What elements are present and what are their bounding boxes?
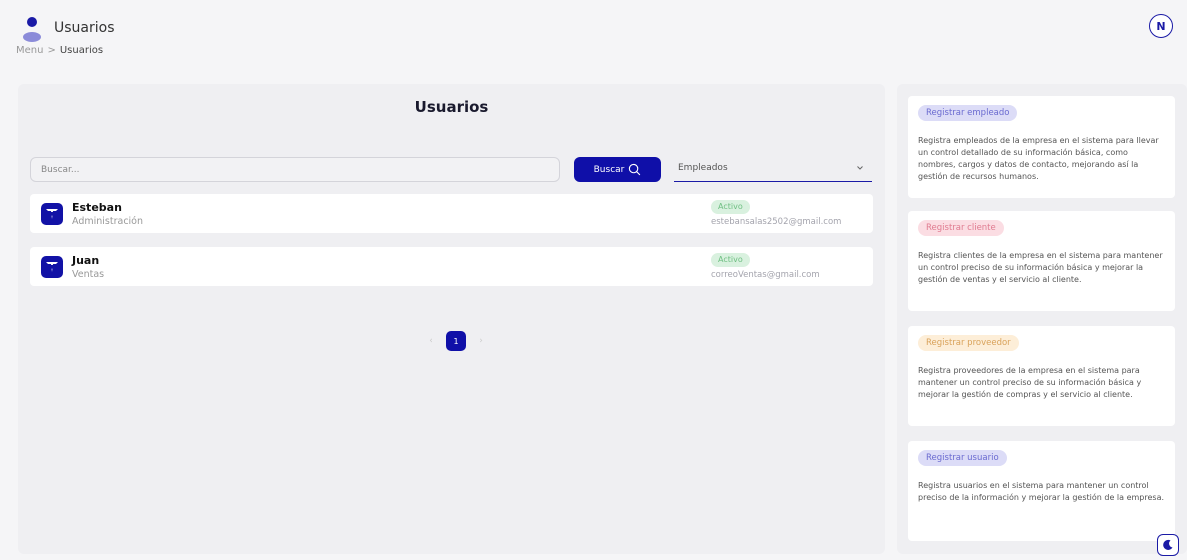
register-employee-button[interactable]: Registrar empleado bbox=[918, 105, 1018, 121]
header: Usuarios Menu > Usuarios N bbox=[0, 0, 1187, 72]
user-email: correoVentas@gmail.com bbox=[711, 270, 820, 280]
register-user-card: Registrar usuario Registra usuarios en e… bbox=[908, 441, 1175, 541]
register-panel: Registrar empleado Registra empleados de… bbox=[897, 84, 1187, 554]
page-title: Usuarios bbox=[54, 20, 115, 36]
user-email: estebansalas2502@gmail.com bbox=[711, 217, 842, 227]
card-description: Registra proveedores de la empresa en el… bbox=[918, 366, 1142, 399]
register-employee-card: Registrar empleado Registra empleados de… bbox=[908, 96, 1175, 198]
breadcrumb: Menu > Usuarios bbox=[16, 45, 103, 56]
card-description: Registra empleados de la empresa en el s… bbox=[918, 136, 1159, 181]
theme-toggle-button[interactable] bbox=[1157, 534, 1179, 556]
register-supplier-button[interactable]: Registrar proveedor bbox=[918, 335, 1019, 351]
search-button-label: Buscar bbox=[593, 164, 625, 175]
user-row[interactable]: Juan Ventas Activo correoVentas@gmail.co… bbox=[30, 247, 873, 286]
breadcrumb-separator: > bbox=[47, 45, 56, 56]
breadcrumb-current: Usuarios bbox=[59, 45, 104, 56]
user-department: Administración bbox=[72, 216, 144, 227]
moon-icon bbox=[1163, 539, 1173, 550]
user-type-select[interactable]: Empleados bbox=[674, 158, 872, 182]
avatar[interactable]: N bbox=[1149, 14, 1173, 38]
register-supplier-card: Registrar proveedor Registra proveedores… bbox=[908, 326, 1175, 426]
pagination: ‹ 1 › bbox=[424, 331, 488, 351]
pagination-page[interactable]: 1 bbox=[446, 331, 466, 351]
register-client-button[interactable]: Registrar cliente bbox=[918, 220, 1004, 236]
register-user-button[interactable]: Registrar usuario bbox=[918, 450, 1007, 466]
users-panel: Usuarios Buscar Empleados Esteban Admini… bbox=[18, 84, 885, 554]
register-client-card: Registrar cliente Registra clientes de l… bbox=[908, 211, 1175, 311]
user-row[interactable]: Esteban Administración Activo estebansal… bbox=[30, 194, 873, 233]
company-logo-icon bbox=[41, 203, 63, 225]
user-name: Esteban bbox=[72, 201, 122, 214]
user-name: Juan bbox=[72, 254, 100, 267]
card-description: Registra usuarios en el sistema para man… bbox=[918, 481, 1165, 502]
user-department: Ventas bbox=[72, 269, 105, 280]
chevron-down-icon bbox=[857, 166, 863, 170]
avatar-initial: N bbox=[1156, 19, 1166, 33]
breadcrumb-root[interactable]: Menu bbox=[16, 45, 43, 56]
user-icon bbox=[23, 17, 41, 42]
panel-title: Usuarios bbox=[414, 98, 489, 116]
pagination-next[interactable]: › bbox=[474, 331, 488, 351]
company-logo-icon bbox=[41, 256, 63, 278]
search-input[interactable] bbox=[30, 157, 560, 182]
pagination-prev[interactable]: ‹ bbox=[424, 331, 438, 351]
search-icon bbox=[629, 163, 641, 176]
status-badge: Activo bbox=[711, 253, 750, 267]
card-description: Registra clientes de la empresa en el si… bbox=[918, 251, 1163, 284]
status-badge: Activo bbox=[711, 200, 750, 214]
user-type-selected: Empleados bbox=[678, 163, 728, 173]
search-button[interactable]: Buscar bbox=[574, 157, 661, 182]
